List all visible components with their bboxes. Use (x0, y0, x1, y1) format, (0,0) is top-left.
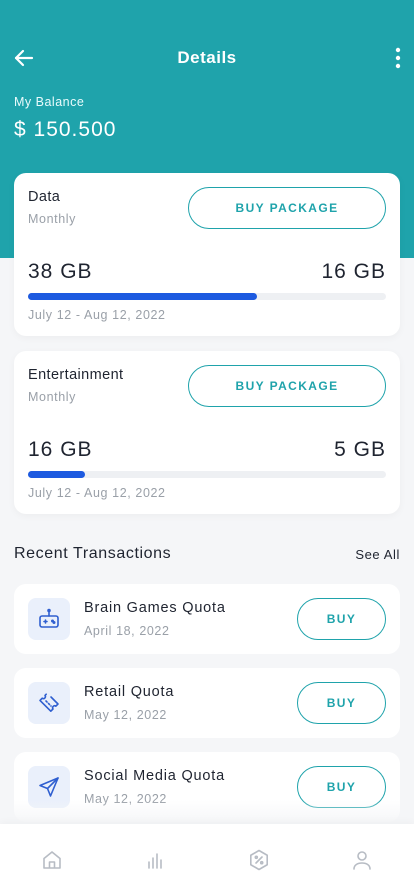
send-icon (39, 777, 59, 797)
package-remaining: 5 GB (334, 438, 386, 461)
package-name: Data (28, 189, 61, 205)
nav-stats[interactable] (131, 836, 179, 884)
usage-progress-track (28, 471, 386, 478)
package-date-range: July 12 - Aug 12, 2022 (28, 486, 166, 500)
buy-package-button[interactable]: BUY PACKAGE (188, 365, 386, 407)
nav-home[interactable] (28, 836, 76, 884)
package-card-data: Data Monthly BUY PACKAGE 38 GB 16 GB Jul… (14, 173, 400, 336)
home-icon (42, 851, 61, 869)
package-period: Monthly (28, 390, 76, 404)
package-name: Entertainment (28, 367, 124, 383)
balance-label: My Balance (14, 95, 85, 109)
more-vertical-icon (395, 47, 401, 69)
scroll-fade (0, 800, 414, 824)
ticket-icon (39, 693, 59, 712)
transaction-name: Retail Quota (84, 684, 175, 700)
stats-icon (148, 853, 163, 869)
transaction-name: Social Media Quota (84, 768, 225, 784)
package-date-range: July 12 - Aug 12, 2022 (28, 308, 166, 322)
more-menu-button[interactable] (390, 44, 406, 72)
transaction-date: April 18, 2022 (84, 624, 170, 638)
package-total: 16 GB (28, 438, 93, 461)
profile-icon (353, 851, 372, 870)
page-title: Details (177, 48, 237, 67)
see-all-link[interactable]: See All (355, 547, 400, 562)
buy-button[interactable]: BUY (297, 682, 386, 724)
balance-value: $ 150.500 (14, 118, 117, 141)
usage-progress-fill (28, 471, 86, 478)
transaction-icon-tile (28, 682, 70, 724)
package-remaining: 16 GB (321, 260, 386, 283)
gamepad-icon (39, 608, 59, 628)
package-period: Monthly (28, 212, 76, 226)
buy-button[interactable]: BUY (297, 598, 386, 640)
transaction-item: Retail Quota May 12, 2022 BUY (14, 668, 400, 738)
transaction-date: May 12, 2022 (84, 708, 167, 722)
transaction-icon-tile (28, 598, 70, 640)
usage-progress-track (28, 293, 386, 300)
transaction-item: Brain Games Quota April 18, 2022 BUY (14, 584, 400, 654)
bottom-navigation (0, 824, 414, 896)
recent-transactions-title: Recent Transactions (14, 545, 172, 562)
buy-package-button[interactable]: BUY PACKAGE (188, 187, 386, 229)
usage-progress-fill (28, 293, 258, 300)
package-total: 38 GB (28, 260, 93, 283)
discount-icon (249, 849, 268, 871)
nav-discount[interactable] (235, 836, 283, 884)
nav-profile[interactable] (338, 836, 386, 884)
package-card-entertainment: Entertainment Monthly BUY PACKAGE 16 GB … (14, 351, 400, 514)
top-bar: Details (0, 38, 414, 78)
transaction-name: Brain Games Quota (84, 600, 226, 616)
